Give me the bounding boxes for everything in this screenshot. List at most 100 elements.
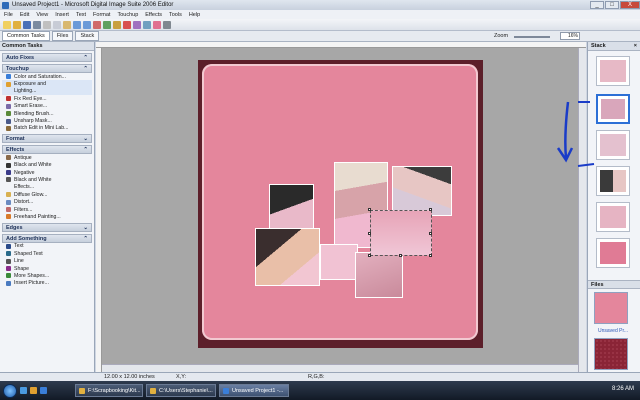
zoom-value-field[interactable]: 16%	[560, 32, 580, 40]
baby-photo-3[interactable]	[392, 166, 452, 216]
red-eye-icon[interactable]	[123, 20, 131, 29]
stack-layer-3[interactable]	[596, 130, 630, 160]
tab-files[interactable]: Files	[51, 31, 74, 41]
minimize-button[interactable]: _	[590, 0, 604, 9]
resize-handle[interactable]	[368, 232, 371, 235]
close-icon[interactable]: ×	[634, 43, 637, 49]
crop-icon[interactable]	[103, 20, 111, 29]
task-unsharp-mask[interactable]: Unsharp Mask...	[2, 117, 92, 124]
menu-effects[interactable]: Effects	[145, 12, 162, 18]
task-exposure-lighting[interactable]: Exposure and	[2, 80, 92, 88]
effects-icon[interactable]	[133, 20, 141, 29]
undo-icon[interactable]	[73, 20, 81, 29]
resize-handle[interactable]	[429, 232, 432, 235]
horizontal-scrollbar[interactable]	[102, 364, 578, 372]
section-header-edges[interactable]: Edges ⌄	[2, 222, 92, 232]
paste-icon[interactable]	[63, 20, 71, 29]
close-button[interactable]: X	[620, 0, 640, 9]
menu-text[interactable]: Text	[76, 12, 86, 18]
menu-tools[interactable]: Tools	[169, 12, 182, 18]
bw-icon	[6, 177, 11, 183]
explorer-icon[interactable]	[30, 387, 37, 394]
task-batch-edit[interactable]: Batch Edit in Mini Lab...	[2, 125, 92, 132]
taskbar-item-editor[interactable]: Unsaved Project1 -...	[219, 384, 289, 397]
stack-layer-5[interactable]	[596, 202, 630, 232]
task-blending-brush[interactable]: Blending Brush...	[2, 110, 92, 117]
menu-edit[interactable]: Edit	[20, 12, 29, 18]
menu-insert[interactable]: Insert	[55, 12, 69, 18]
baby-photo-6[interactable]	[355, 252, 403, 298]
start-button[interactable]	[3, 383, 17, 398]
resize-handle[interactable]	[429, 208, 432, 211]
open-icon[interactable]	[13, 20, 21, 29]
selected-photo[interactable]	[370, 210, 432, 256]
fix-icon[interactable]	[113, 20, 121, 29]
resize-handle[interactable]	[399, 254, 402, 257]
task-shaped-text[interactable]: Shaped Text	[2, 250, 92, 257]
rotate-icon[interactable]	[93, 20, 101, 29]
menu-format[interactable]: Format	[93, 12, 110, 18]
chevron-up-icon[interactable]: ⌃	[83, 55, 88, 61]
taskbar-item-scrapbooking[interactable]: F:\Scrapbooking\Kit...	[75, 384, 143, 397]
chevron-up-icon[interactable]: ⌃	[83, 66, 88, 72]
settings-icon[interactable]	[163, 20, 171, 29]
task-distort[interactable]: Distort...	[2, 198, 92, 205]
zoom-slider[interactable]	[514, 36, 550, 38]
chevron-down-icon[interactable]: ⌄	[83, 136, 88, 142]
redo-icon[interactable]	[83, 20, 91, 29]
tab-stack[interactable]: Stack	[75, 31, 100, 41]
maximize-button[interactable]: □	[605, 0, 619, 9]
resize-handle[interactable]	[368, 208, 371, 211]
chevron-up-icon[interactable]: ⌃	[83, 236, 88, 242]
task-insert-picture[interactable]: Insert Picture...	[2, 280, 92, 287]
task-black-white-effects[interactable]: Black and White	[2, 176, 92, 183]
task-negative[interactable]: Negative	[2, 169, 92, 176]
task-freehand-painting[interactable]: Freehand Painting...	[2, 213, 92, 220]
section-header-auto-fixes[interactable]: Auto Fixes ⌃	[2, 53, 92, 62]
print-icon[interactable]	[33, 20, 41, 29]
task-diffuse-glow[interactable]: Diffuse Glow...	[2, 191, 92, 198]
ie-icon[interactable]	[40, 387, 47, 394]
email-icon[interactable]	[143, 20, 151, 29]
share-icon[interactable]	[153, 20, 161, 29]
cut-icon[interactable]	[43, 20, 51, 29]
stack-layer-6[interactable]	[596, 238, 630, 268]
menu-view[interactable]: View	[36, 12, 48, 18]
menu-help[interactable]: Help	[189, 12, 200, 18]
file-thumb-paper[interactable]	[594, 338, 628, 370]
task-shape[interactable]: Shape	[2, 265, 92, 272]
task-color-saturation[interactable]: Color and Saturation...	[2, 73, 92, 80]
tab-common-tasks[interactable]: Common Tasks	[2, 31, 50, 41]
section-header-touchup[interactable]: Touchup ⌃	[2, 64, 92, 73]
section-header-format[interactable]: Format ⌄	[2, 134, 92, 144]
menu-file[interactable]: File	[4, 12, 13, 18]
task-exposure-lighting-cont[interactable]: Lighting...	[2, 87, 92, 96]
save-icon[interactable]	[23, 20, 31, 29]
taskbar-item-users[interactable]: C:\Users\Stephanie\...	[146, 384, 216, 397]
baby-photo-4[interactable]	[255, 228, 320, 286]
task-text[interactable]: Text	[2, 243, 92, 250]
task-antique[interactable]: Antique	[2, 154, 92, 161]
task-line[interactable]: Line	[2, 257, 92, 264]
baby-photo-5[interactable]	[320, 244, 358, 280]
file-thumb-project[interactable]	[594, 292, 628, 324]
menu-touchup[interactable]: Touchup	[117, 12, 138, 18]
section-header-effects[interactable]: Effects ⌃	[2, 145, 92, 155]
show-desktop-icon[interactable]	[20, 387, 27, 394]
resize-handle[interactable]	[368, 254, 371, 257]
task-more-shapes[interactable]: More Shapes...	[2, 272, 92, 279]
chevron-up-icon[interactable]: ⌃	[83, 147, 88, 153]
task-fix-red-eye[interactable]: Fix Red Eye...	[2, 95, 92, 102]
resize-handle[interactable]	[429, 254, 432, 257]
copy-icon[interactable]	[53, 20, 61, 29]
new-icon[interactable]	[3, 20, 11, 29]
task-smart-erase[interactable]: Smart Erase...	[2, 103, 92, 110]
stack-layer-1[interactable]	[596, 56, 630, 86]
task-filters[interactable]: Filters...	[2, 206, 92, 213]
stack-layer-4[interactable]	[596, 166, 630, 196]
task-black-white[interactable]: Black and White	[2, 162, 92, 169]
stack-layer-2[interactable]	[596, 94, 630, 124]
section-header-add-something[interactable]: Add Something ⌃	[2, 233, 92, 243]
chevron-down-icon[interactable]: ⌄	[83, 225, 88, 231]
task-black-white-effects-cont[interactable]: Effects...	[2, 184, 92, 191]
